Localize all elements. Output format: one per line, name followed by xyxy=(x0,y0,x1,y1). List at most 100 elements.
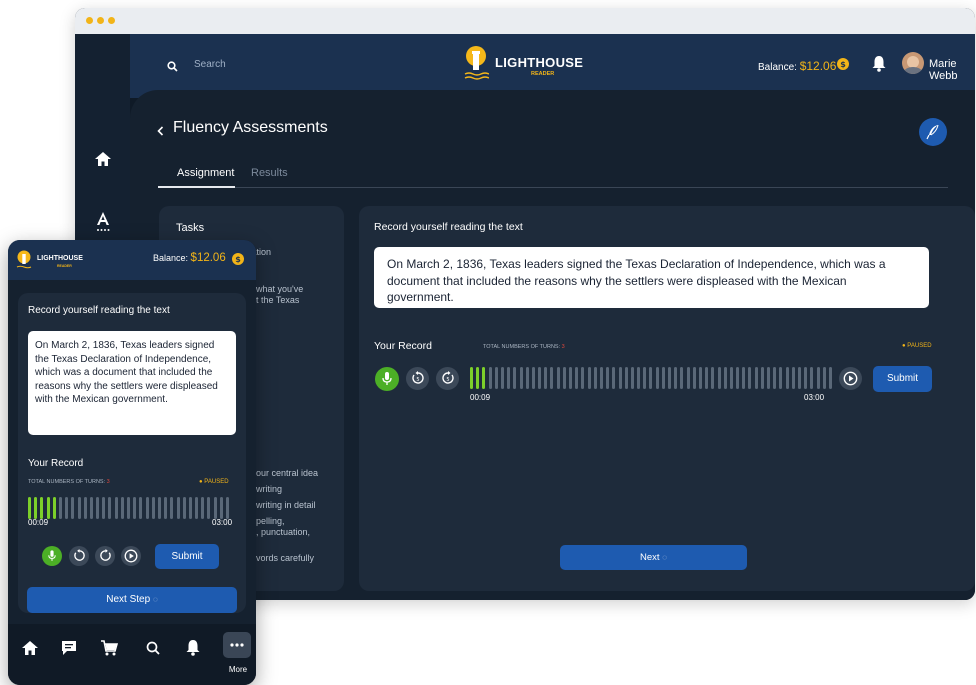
window-titlebar xyxy=(75,8,975,34)
waveform-bar xyxy=(494,367,498,389)
window-dot-close[interactable] xyxy=(86,17,93,24)
waveform-bar xyxy=(77,497,81,519)
waveform-bar xyxy=(550,367,554,389)
page-title: Fluency Assessments xyxy=(173,119,328,136)
next-label: Next xyxy=(640,552,660,563)
waveform-bar xyxy=(170,497,174,519)
submit-button[interactable]: Submit xyxy=(155,544,219,569)
waveform-bar xyxy=(717,367,721,389)
window-dot-minimize[interactable] xyxy=(97,17,104,24)
waveform-bar xyxy=(195,497,199,519)
waveform-bar xyxy=(226,497,229,519)
submit-button[interactable]: Submit xyxy=(873,366,932,392)
home-icon[interactable] xyxy=(75,152,130,171)
forward-button[interactable]: 5 xyxy=(436,367,459,390)
waveform-bar xyxy=(176,497,180,519)
waveform-bar xyxy=(89,497,93,519)
turns-value: 3 xyxy=(561,344,565,350)
play-icon xyxy=(124,549,138,563)
turns-counter: TOTAL NUMBERS OF TURNS: 3 xyxy=(28,479,110,485)
waveform-bar xyxy=(791,367,795,389)
tasks-title: Tasks xyxy=(176,222,205,234)
record-heading: Record yourself reading the text xyxy=(374,221,523,233)
play-button[interactable] xyxy=(839,367,862,390)
waveform-bar xyxy=(108,497,112,519)
mic-button[interactable] xyxy=(42,546,62,566)
waveform-bar xyxy=(575,367,579,389)
next-step-button[interactable]: Next Step ◌ xyxy=(27,587,237,613)
audio-waveform[interactable] xyxy=(28,497,229,519)
search-input[interactable]: Search xyxy=(194,59,226,70)
waveform-bar xyxy=(544,367,548,389)
status-text: PAUSED xyxy=(204,479,229,485)
quill-icon[interactable] xyxy=(919,118,947,146)
play-icon xyxy=(843,371,858,386)
waveform-bar xyxy=(816,367,820,389)
svg-text:5: 5 xyxy=(416,377,419,383)
rewind-icon xyxy=(73,549,85,561)
waveform-bar xyxy=(785,367,789,389)
brand-logo[interactable]: LIGHTHOUSE READER xyxy=(463,45,583,89)
waveform-bar xyxy=(52,497,56,519)
audio-waveform[interactable] xyxy=(470,367,832,389)
waveform-bar xyxy=(525,367,529,389)
waveform-bar xyxy=(587,367,591,389)
waveform-bar xyxy=(742,367,746,389)
search-icon[interactable] xyxy=(167,59,178,77)
tab-assignment[interactable]: Assignment xyxy=(177,167,234,179)
next-step-label: Next Step xyxy=(106,594,151,605)
next-button[interactable]: Next ◌ xyxy=(560,545,747,570)
waveform-bar xyxy=(760,367,764,389)
waveform-bar xyxy=(213,497,217,519)
balance-label: Balance: xyxy=(153,253,189,263)
user-name[interactable]: Marie Webb xyxy=(929,58,975,82)
waveform-bar xyxy=(655,367,659,389)
waveform-bar xyxy=(797,367,801,389)
bell-icon[interactable] xyxy=(872,55,886,77)
avatar[interactable] xyxy=(902,52,924,74)
waveform-bar xyxy=(705,367,709,389)
waveform-bar xyxy=(538,367,542,389)
waveform-bar xyxy=(754,367,758,389)
waveform-bar xyxy=(661,367,665,389)
waveform-bar xyxy=(145,497,149,519)
font-icon[interactable] xyxy=(75,212,130,237)
mic-button[interactable] xyxy=(375,367,399,391)
more-label: More xyxy=(228,665,248,674)
play-button[interactable] xyxy=(121,546,141,566)
waveform-bar xyxy=(133,497,137,519)
bell-icon[interactable] xyxy=(186,639,200,661)
rewind-button[interactable] xyxy=(69,546,89,566)
more-button[interactable] xyxy=(223,632,251,658)
task-fragment: writing xyxy=(256,484,283,494)
waveform-bar xyxy=(643,367,647,389)
task-fragment: , punctuation, xyxy=(256,527,311,537)
brand-name: LIGHTHOUSE xyxy=(37,255,83,262)
forward-button[interactable] xyxy=(95,546,115,566)
waveform-bar xyxy=(531,367,535,389)
svg-text:$: $ xyxy=(235,255,241,264)
time-total: 03:00 xyxy=(804,393,825,402)
waveform-bar xyxy=(649,367,653,389)
passage-text: On March 2, 1836, Texas leaders signed t… xyxy=(387,257,886,304)
home-icon[interactable] xyxy=(22,641,38,660)
tab-results[interactable]: Results xyxy=(251,167,288,179)
turns-value: 3 xyxy=(106,479,110,485)
svg-text:$: $ xyxy=(840,60,846,69)
waveform-bar xyxy=(188,497,192,519)
time-total: 03:00 xyxy=(212,518,233,527)
brand-name: LIGHTHOUSE xyxy=(495,55,584,70)
chat-icon[interactable] xyxy=(61,640,77,661)
search-icon[interactable] xyxy=(146,641,160,660)
waveform-bar xyxy=(207,497,211,519)
record-card: Record yourself reading the text On Marc… xyxy=(359,206,975,591)
cart-icon[interactable] xyxy=(101,640,119,661)
rewind-button[interactable]: 5 xyxy=(406,367,429,390)
waveform-bar xyxy=(674,367,678,389)
waveform-bar xyxy=(482,367,486,389)
window-dot-maximize[interactable] xyxy=(108,17,115,24)
chevron-left-icon[interactable] xyxy=(157,123,164,141)
waveform-bar xyxy=(606,367,610,389)
record-heading: Record yourself reading the text xyxy=(28,305,170,316)
loading-icon: ◌ xyxy=(662,553,667,562)
